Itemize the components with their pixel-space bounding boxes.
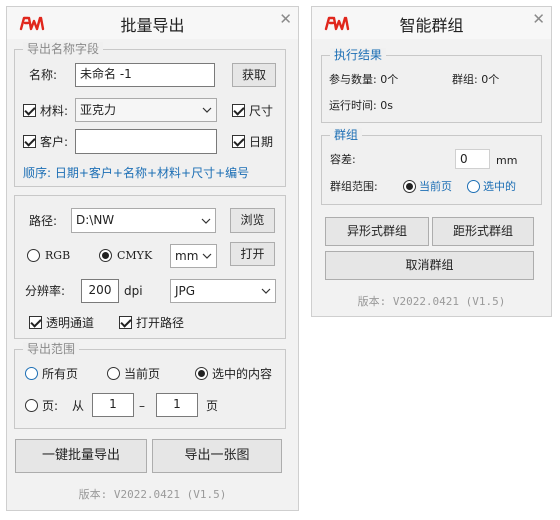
tolerance-unit: mm (496, 154, 518, 167)
to-page-input[interactable]: 1 (156, 393, 198, 417)
export-window-title: 批量导出 (120, 16, 185, 35)
date-checkbox[interactable] (232, 135, 245, 148)
export-one-button[interactable]: 导出一张图 (152, 439, 282, 473)
open-button[interactable]: 打开 (230, 242, 275, 266)
chevron-down-icon (202, 253, 212, 259)
unit-select[interactable]: mm (170, 244, 217, 268)
selected-content-radio[interactable] (195, 367, 208, 380)
order-text: 顺序: 日期+客户+名称+材料+尺寸+编号 (23, 166, 250, 180)
rgb-radio[interactable] (27, 249, 40, 262)
customer-input[interactable] (75, 129, 217, 154)
result-group-title: 执行结果 (330, 48, 387, 62)
from-label: 从 (72, 399, 85, 413)
selected-content-label: 选中的内容 (212, 367, 273, 381)
range-group-title: 导出范围 (23, 342, 80, 356)
browse-button[interactable]: 浏览 (230, 208, 275, 233)
from-page-input[interactable]: 1 (92, 393, 134, 417)
path-select-value: D:\NW (76, 213, 115, 227)
transparent-checkbox[interactable] (29, 316, 42, 329)
export-version-text: 版本: V2022.0421 (V1.5) (78, 488, 227, 501)
all-pages-label: 所有页 (42, 367, 79, 381)
fetch-button[interactable]: 获取 (232, 63, 276, 87)
batch-export-button[interactable]: 一键批量导出 (15, 439, 147, 473)
material-select-value: 亚克力 (80, 103, 117, 117)
group-window-title: 智能群组 (399, 16, 464, 35)
format-select[interactable]: JPG (170, 279, 276, 303)
tolerance-label: 容差: (330, 153, 356, 166)
cmyk-label: CMYK (117, 249, 153, 262)
unit-select-value: mm (175, 249, 199, 263)
groups-count-label: 群组: 0个 (452, 73, 500, 86)
open-path-checkbox[interactable] (119, 316, 132, 329)
chevron-down-icon (202, 107, 212, 113)
material-checkbox[interactable] (23, 104, 36, 117)
name-label: 名称: (29, 68, 58, 82)
rgb-label: RGB (45, 249, 71, 262)
material-label: 材料: (40, 104, 69, 118)
group-titlebar: 智能群组 ✕ (312, 7, 551, 39)
open-path-label: 打开路径 (136, 316, 185, 330)
group-version-text: 版本: V2022.0421 (V1.5) (357, 295, 506, 308)
chevron-down-icon (261, 288, 271, 294)
dpi-label: 分辨率: (25, 284, 66, 298)
current-page-radio[interactable] (107, 367, 120, 380)
group-settings: 群组 容差: 0 mm 群组范围: 当前页 选中的 (321, 128, 542, 205)
customer-label: 客户: (40, 135, 69, 149)
path-select[interactable]: D:\NW (71, 208, 216, 233)
name-input[interactable]: 未命名 -1 (75, 63, 215, 87)
group-selected-label: 选中的 (483, 180, 516, 193)
close-icon[interactable]: ✕ (279, 10, 292, 28)
tolerance-input[interactable]: 0 (455, 149, 490, 169)
irregular-group-button[interactable]: 异形式群组 (325, 217, 429, 246)
material-select[interactable]: 亚克力 (75, 98, 217, 122)
range-dash: – (139, 399, 145, 413)
group-window: 智能群组 ✕ 执行结果 参与数量: 0个 群组: 0个 运行时间: 0s 群组 … (311, 6, 552, 317)
dpi-unit: dpi (124, 284, 143, 298)
group-current-page-radio[interactable] (403, 180, 416, 193)
cmyk-radio[interactable] (99, 249, 112, 262)
count-label: 参与数量: 0个 (329, 73, 399, 86)
chevron-down-icon (201, 218, 211, 224)
dpi-input[interactable]: 200 (81, 279, 119, 303)
format-select-value: JPG (175, 284, 196, 298)
pages-radio[interactable] (25, 399, 38, 412)
field-group-title: 导出名称字段 (23, 42, 104, 56)
page-unit-label: 页 (206, 399, 219, 413)
customer-checkbox[interactable] (23, 135, 36, 148)
rect-group-button[interactable]: 距形式群组 (432, 217, 534, 246)
group-range-label: 群组范围: (330, 180, 378, 193)
time-label: 运行时间: 0s (329, 99, 393, 112)
close-icon[interactable]: ✕ (532, 10, 545, 28)
all-pages-radio[interactable] (25, 367, 38, 380)
export-window: 批量导出 ✕ 导出名称字段 名称: 未命名 -1 获取 材料: 亚克力 尺寸 客… (6, 6, 299, 511)
size-label: 尺寸 (249, 104, 274, 118)
pages-label: 页: (42, 399, 59, 413)
range-group: 导出范围 所有页 当前页 选中的内容 页: 从 1 – 1 页 (14, 342, 286, 429)
path-group: 路径: D:\NW 浏览 RGB CMYK mm 打开 分辨率: 200 dpi… (14, 195, 286, 339)
size-checkbox[interactable] (232, 104, 245, 117)
group-selected-radio[interactable] (467, 180, 480, 193)
result-group: 执行结果 参与数量: 0个 群组: 0个 运行时间: 0s (321, 48, 542, 123)
current-page-label: 当前页 (124, 367, 161, 381)
transparent-label: 透明通道 (46, 316, 95, 330)
group-current-page-label: 当前页 (419, 180, 452, 193)
cancel-group-button[interactable]: 取消群组 (325, 251, 534, 280)
field-group: 导出名称字段 名称: 未命名 -1 获取 材料: 亚克力 尺寸 客户: 日期 顺… (14, 42, 286, 187)
path-label: 路径: (29, 214, 58, 228)
group-settings-title: 群组 (330, 128, 363, 142)
export-titlebar: 批量导出 ✕ (7, 7, 298, 39)
date-label: 日期 (249, 135, 274, 149)
